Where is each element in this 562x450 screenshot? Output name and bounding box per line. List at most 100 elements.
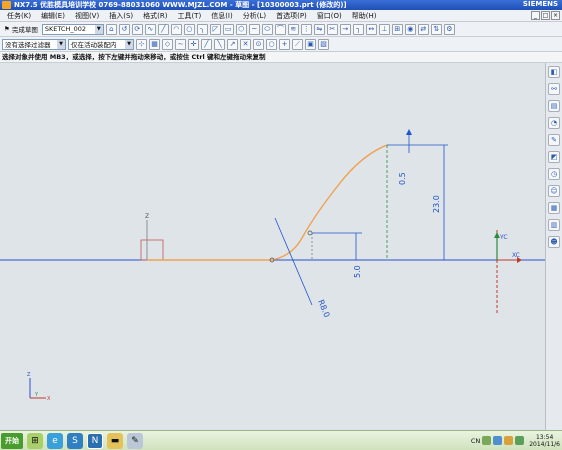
cue-line: 选择对象并使用 MB3，或选择，按下左键并拖动来移动，或按住 Ctrl 键和左键… (0, 52, 562, 63)
end-point-icon[interactable]: ╱ (201, 38, 212, 50)
windows-logo-icon[interactable]: ⊞ (27, 432, 43, 449)
security-icon[interactable] (515, 436, 525, 445)
circle-icon[interactable]: ○ (183, 23, 195, 35)
chevron-down-icon: ▼ (125, 39, 133, 49)
alternate-solution-icon[interactable]: ⇅ (430, 23, 442, 35)
close-button[interactable]: × (551, 11, 560, 20)
conic-icon[interactable]: ⌒ (274, 23, 286, 35)
sketch-name-select[interactable]: SKETCH_002 ▼ (41, 23, 104, 35)
show-constraints-icon[interactable]: ◉ (404, 23, 416, 35)
browser-icon[interactable]: e (47, 432, 63, 449)
menu-task[interactable]: 任务(K) (2, 11, 36, 21)
trim-icon[interactable]: ✂ (326, 23, 338, 35)
pattern-curve-icon[interactable]: ⋮ (300, 23, 312, 35)
dimension-icon[interactable]: ↔ (365, 23, 377, 35)
folder-icon[interactable]: ▬ (107, 432, 123, 449)
sketch-profile-curve[interactable] (147, 144, 388, 261)
menu-info[interactable]: 信息(I) (206, 11, 238, 21)
nx-taskbar-icon[interactable]: N (87, 432, 103, 449)
control-point-icon[interactable]: ↗ (227, 38, 238, 50)
tools-icon[interactable]: ✎ (127, 432, 143, 449)
media-player-icon[interactable]: S (67, 432, 83, 449)
constraint-icon[interactable]: ⊥ (378, 23, 390, 35)
arc-end-point (307, 230, 313, 236)
rectangle-icon[interactable]: ▭ (222, 23, 234, 35)
restore-button[interactable]: □ (541, 11, 550, 20)
tray-clock[interactable]: 13:54 2014/11/6 (529, 434, 560, 448)
height-dimension-5[interactable]: 5.0 (353, 265, 362, 278)
triad-z-label: Z (27, 372, 31, 378)
mirror-curve-icon[interactable]: ⇋ (313, 23, 325, 35)
menu-help[interactable]: 帮助(H) (347, 11, 382, 21)
auto-constraint-icon[interactable]: ⊞ (391, 23, 403, 35)
deselect-icon[interactable]: ◇ (162, 38, 173, 50)
profile-icon[interactable]: ∿ (144, 23, 156, 35)
navigator-icon[interactable]: ◧ (548, 66, 560, 78)
menu-preferences[interactable]: 首选项(P) (271, 11, 312, 21)
menu-format[interactable]: 格式(R) (138, 11, 172, 21)
arc-icon[interactable]: ◠ (170, 23, 182, 35)
menu-view[interactable]: 视图(V) (70, 11, 104, 21)
start-button[interactable]: 开始 (1, 432, 23, 449)
point-on-curve-icon[interactable]: ⟋ (292, 38, 303, 50)
roles-icon[interactable]: ☺ (548, 185, 560, 197)
radius-dimension[interactable]: R8.0 (316, 298, 331, 318)
web-browser-icon[interactable]: ◔ (548, 117, 560, 129)
assembly-scope-select[interactable]: 仅在活动装配内 ▼ (68, 38, 134, 50)
menu-analysis[interactable]: 分析(L) (238, 11, 271, 21)
palette-icon[interactable]: ▦ (548, 202, 560, 214)
orient-view-icon[interactable]: ⌂ (105, 23, 117, 35)
polygon-icon[interactable]: ⬡ (235, 23, 247, 35)
menu-insert[interactable]: 插入(S) (104, 11, 138, 21)
existing-point-icon[interactable]: + (279, 38, 290, 50)
reattach-icon[interactable]: ↺ (118, 23, 130, 35)
corner-icon[interactable]: ┐ (352, 23, 364, 35)
chevron-down-icon: ▼ (57, 39, 65, 49)
minimize-button[interactable]: _ (531, 11, 540, 20)
offset-dimension-05[interactable]: 0.5 (398, 172, 407, 185)
convert-reference-icon[interactable]: ⇄ (417, 23, 429, 35)
chamfer-icon[interactable]: ◸ (209, 23, 221, 35)
system-materials-icon[interactable]: ◩ (548, 151, 560, 163)
user-roles-icon[interactable]: ☻ (548, 236, 560, 248)
snap-point-icon[interactable]: ✛ (188, 38, 199, 50)
language-indicator[interactable]: CN (471, 437, 480, 445)
volume-icon[interactable] (504, 436, 514, 445)
height-dimension-23[interactable]: 23.0 (432, 195, 441, 213)
select-all-icon[interactable]: ▦ (149, 38, 160, 50)
settings-icon[interactable]: ⚙ (443, 23, 455, 35)
mid-point-icon[interactable]: ╲ (214, 38, 225, 50)
point-on-face-icon[interactable]: ▣ (305, 38, 316, 50)
spline-icon[interactable]: ~ (248, 23, 260, 35)
menu-edit[interactable]: 编辑(E) (36, 11, 70, 21)
process-studio-icon[interactable]: ◷ (548, 168, 560, 180)
fillet-icon[interactable]: ╮ (196, 23, 208, 35)
part-navigator-icon[interactable]: ⚯ (548, 83, 560, 95)
line-icon[interactable]: ╱ (157, 23, 169, 35)
bounded-grid-icon[interactable]: ▧ (318, 38, 329, 50)
ellipse-icon[interactable]: ⬭ (261, 23, 273, 35)
extend-icon[interactable]: → (339, 23, 351, 35)
window-title: NX7.5 优胜模具培训学校 0769-88031060 WWW.MJZL.CO… (14, 1, 347, 9)
network-icon[interactable] (493, 436, 503, 445)
arc-center-icon[interactable]: ⊙ (253, 38, 264, 50)
curve-rule-icon[interactable]: ∼ (175, 38, 186, 50)
type-filter-value: 没有选择过滤器 (5, 41, 51, 49)
finish-sketch-button[interactable]: ⚑ 完成草图 (2, 24, 40, 34)
intersection-icon[interactable]: ✕ (240, 38, 251, 50)
offset-curve-icon[interactable]: ≋ (287, 23, 299, 35)
menu-tools[interactable]: 工具(T) (172, 11, 206, 21)
graphics-window[interactable]: XC YC Z R8.0 5.0 23.0 0.5 Z X Y (0, 63, 545, 430)
menu-window[interactable]: 窗口(O) (312, 11, 347, 21)
tray-app-icon[interactable] (482, 436, 492, 445)
layout-icon[interactable]: ▥ (548, 219, 560, 231)
history-icon[interactable]: ✎ (548, 134, 560, 146)
sketch-name-value: SKETCH_002 (44, 25, 86, 33)
quadrant-point-icon[interactable]: ○ (266, 38, 277, 50)
general-selection-icon[interactable]: ⊹ (136, 38, 147, 50)
finish-sketch-label: 完成草图 (11, 26, 38, 34)
type-filter-select[interactable]: 没有选择过滤器 ▼ (2, 38, 66, 50)
reuse-library-icon[interactable]: ▤ (548, 100, 560, 112)
update-model-icon[interactable]: ⟳ (131, 23, 143, 35)
selection-toolbar: 没有选择过滤器 ▼ 仅在活动装配内 ▼ ⊹ ▦ ◇ ∼ ✛ ╱ ╲ ↗ ✕ ⊙ ○ … (0, 37, 562, 52)
